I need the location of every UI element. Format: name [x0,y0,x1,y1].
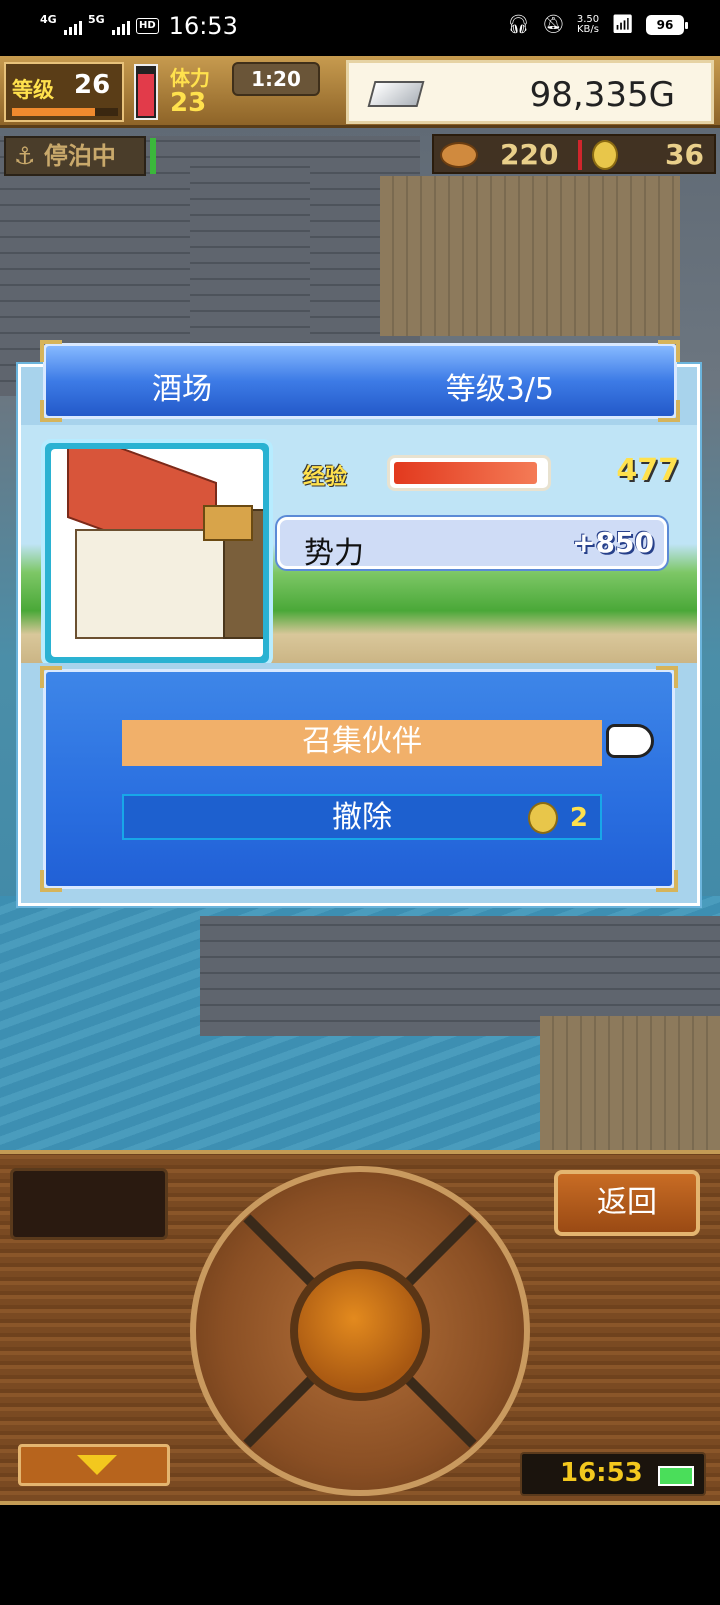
status-bar: 4G 5G HD 16:53 🎧︎ 🔕︎ 3.50 KB/s 📶︎ 96 [0,0,720,56]
power-label: 势力 [304,536,364,571]
silver-bar-icon [367,81,425,107]
coin-count: 36 [665,138,704,171]
empty-slot[interactable] [10,1168,168,1240]
wooden-dock [540,1016,720,1150]
dialog-header: 酒场 等级3/5 [40,340,680,422]
building-dialog: 酒场 等级3/5 经验 477 势力 +850 召集伙伴 撤除 2 [18,340,700,906]
game-clock: 16:53 [520,1452,706,1496]
action-menu: 召集伙伴 撤除 2 [40,666,678,892]
stamina-label: 体力 [170,66,210,90]
hd-voice-icon: HD [136,18,159,34]
network-speed: 3.50 KB/s [576,13,600,35]
gold-amount: 98,335G [529,75,675,115]
food-icon [440,142,478,168]
mooring-indicator [150,138,156,174]
battery-icon: 96 [646,14,688,35]
resource-row: ⚓ 停泊中 220 36 [0,134,720,182]
building-name: 酒场 [152,372,212,407]
power-value: +850 [572,526,654,559]
stamina-value: 23 [170,88,207,118]
demolish-label: 撤除 [332,800,392,835]
arrow-down-icon [77,1455,117,1475]
wifi-icon: 📶︎ [611,14,634,35]
stamina-gauge [134,64,158,120]
market-stall [380,176,680,336]
tavern-house-icon [51,449,263,657]
status-time: 16:53 [168,12,238,40]
top-hud: 等级 26 体力 23 1:20 98,335G [0,56,720,128]
stamina-timer: 1:20 [232,62,320,96]
back-button[interactable]: 返回 [554,1170,700,1236]
building-level: 等级3/5 [445,372,554,407]
gold-display: 98,335G [346,60,714,124]
mooring-status[interactable]: ⚓ 停泊中 [4,136,146,176]
demolish-cost: 2 [569,803,588,833]
directional-pad[interactable] [190,1166,530,1496]
headphones-icon: 🎧︎ [507,14,531,35]
mute-bell-icon: 🔕︎ [542,14,565,35]
player-level: 等级 26 [4,62,124,122]
xp-label: 经验 [303,465,348,490]
menu-down-button[interactable] [18,1444,170,1486]
power-row: 势力 +850 [277,517,667,571]
signal-4g-icon: 4G [40,13,82,35]
confirm-button[interactable] [290,1261,430,1401]
building-info: 经验 477 势力 +850 [21,425,697,663]
pointing-hand-icon [606,724,654,758]
building-thumbnail [41,439,273,663]
battery-full-icon [658,1466,694,1486]
coin-icon [592,140,618,170]
recruit-partner-button[interactable]: 召集伙伴 [122,720,602,766]
xp-progress-bar [387,455,551,491]
signal-5g-icon: 5G [88,13,130,35]
food-count: 220 [500,138,559,171]
resource-box: 220 36 [432,134,716,174]
xp-value: 477 [616,453,679,488]
controller-panel: 返回 16:53 [0,1150,720,1505]
demolish-button[interactable]: 撤除 2 [122,794,602,840]
level-progress-bar [12,108,118,116]
coin-icon [528,802,558,834]
